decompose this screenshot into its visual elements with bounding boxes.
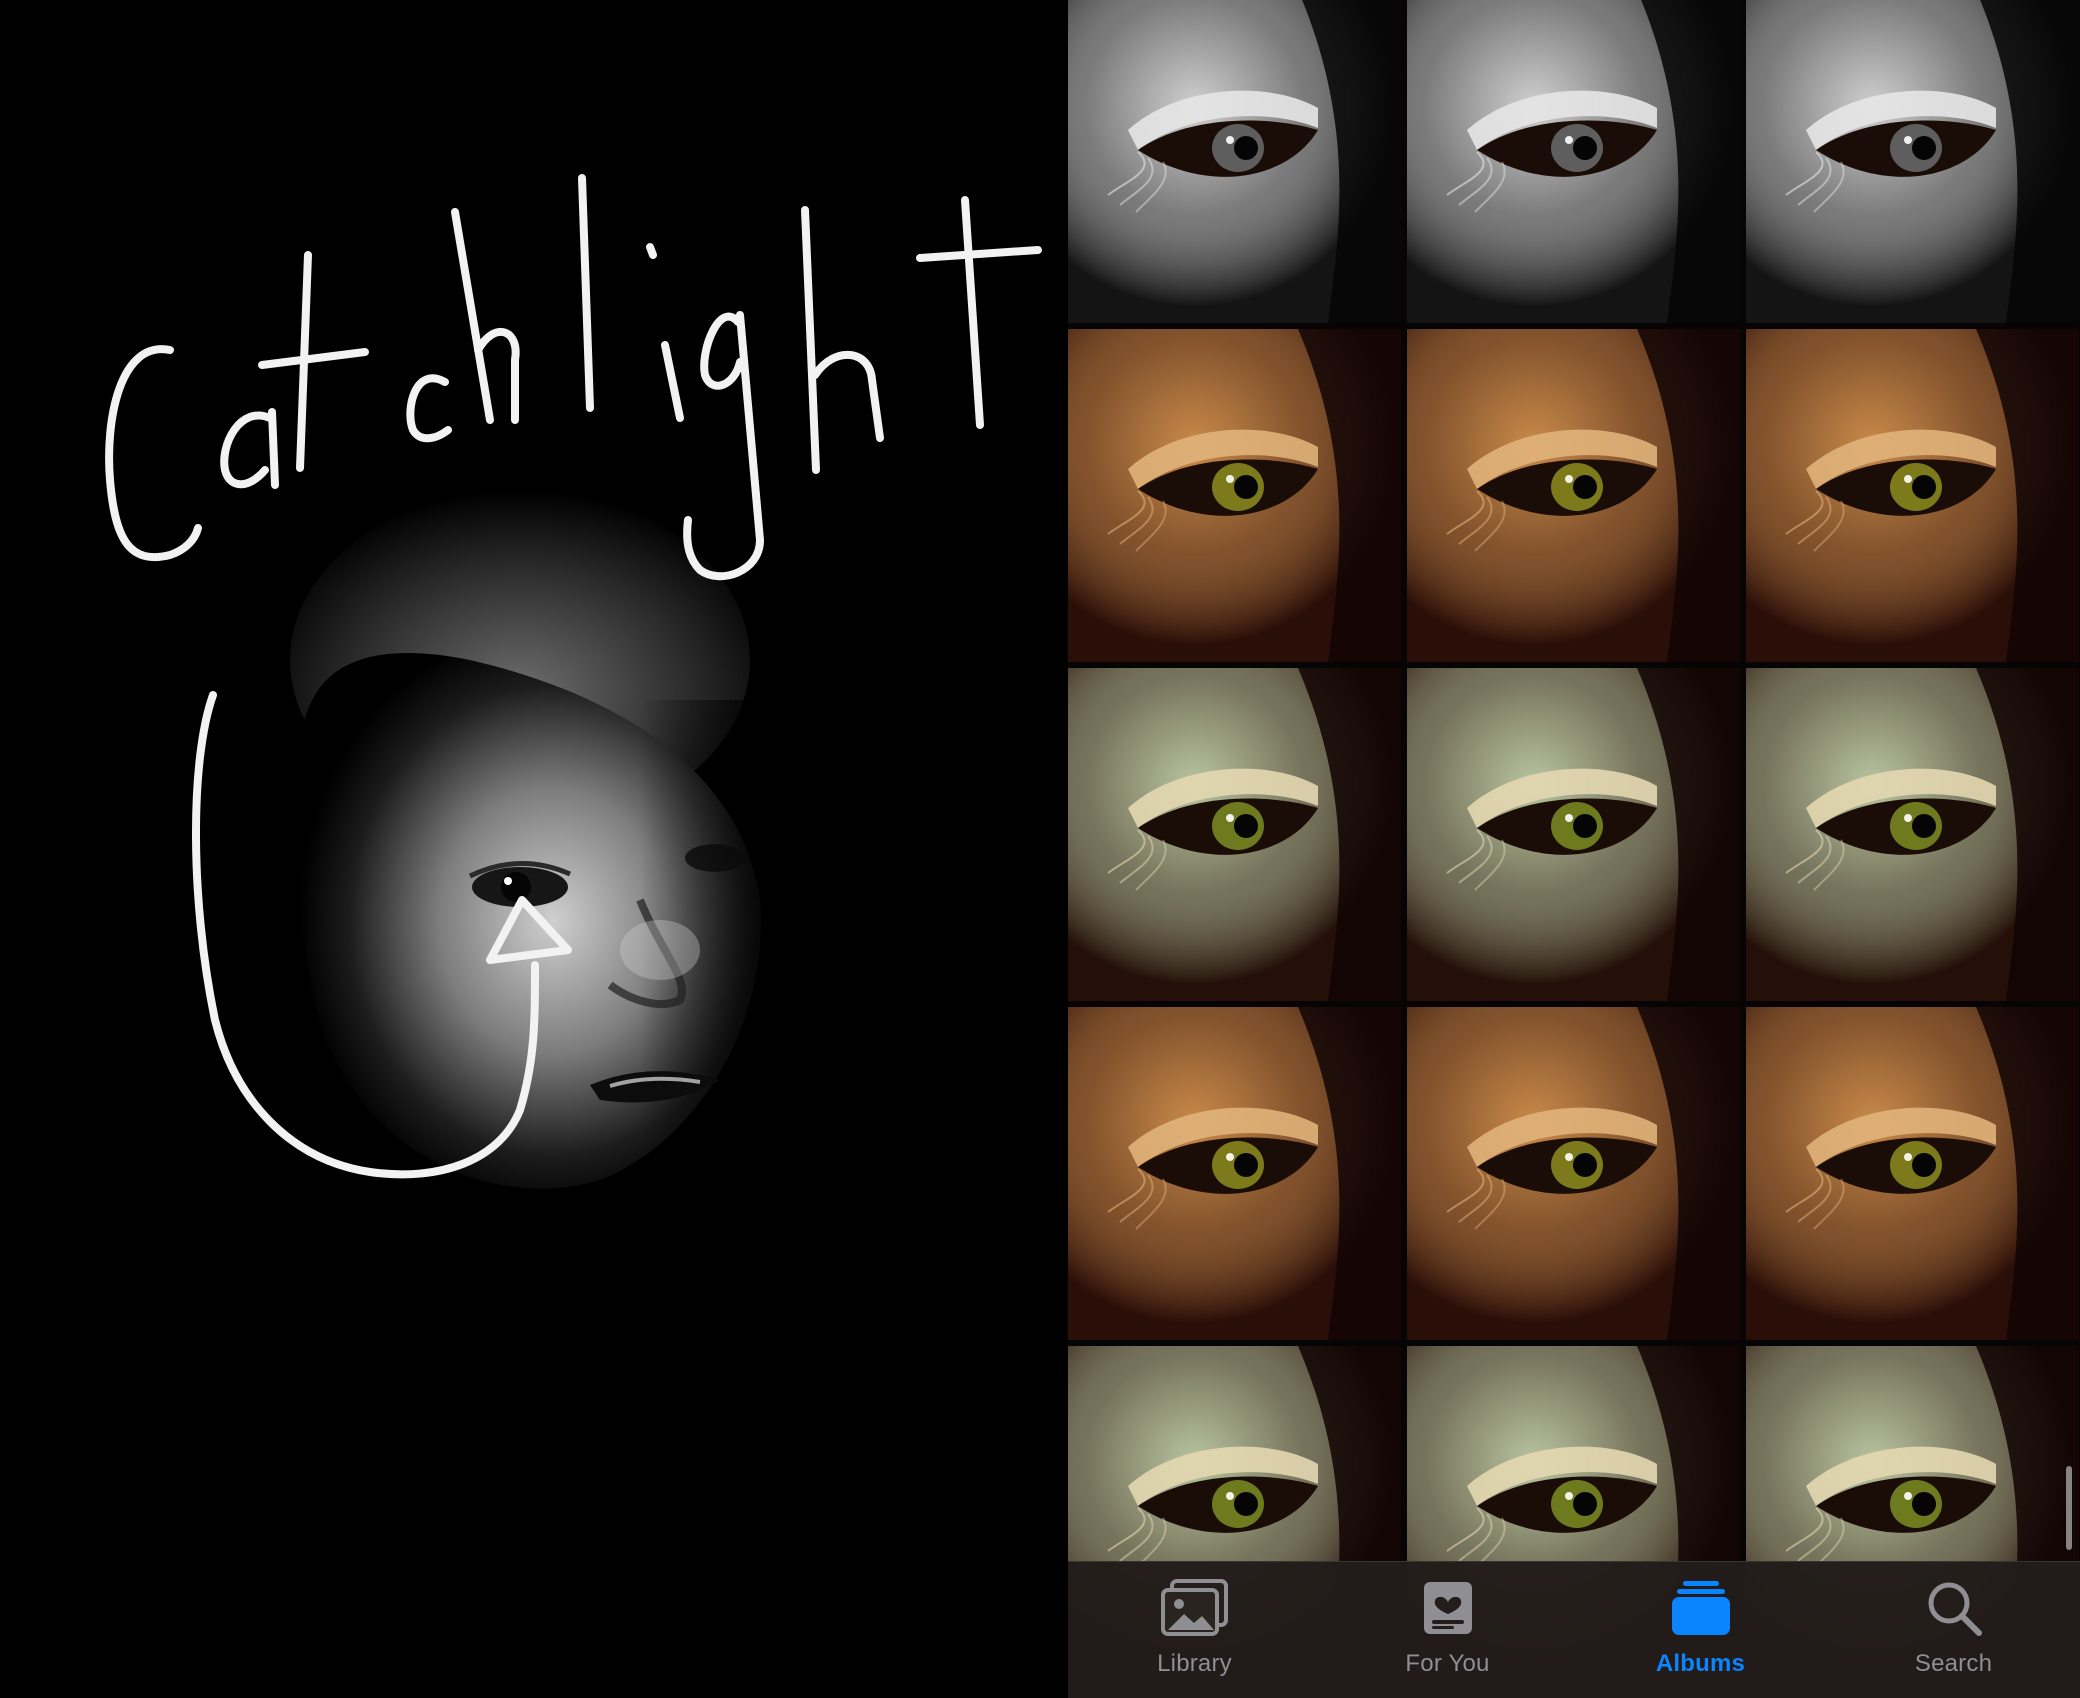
photo-thumbnail[interactable] <box>1068 668 1401 1001</box>
albums-folder-icon <box>1661 1576 1741 1640</box>
eye-photo <box>1407 0 1740 323</box>
eye-photo <box>1407 1007 1740 1340</box>
magnifier-search-icon <box>1914 1576 1994 1640</box>
photos-stack-icon <box>1155 1576 1235 1640</box>
photo-thumbnail[interactable] <box>1746 1007 2079 1340</box>
eye-photo <box>1407 668 1740 1001</box>
photo-grid <box>1068 0 2080 1679</box>
photo-thumbnail[interactable] <box>1746 0 2079 323</box>
photo-thumbnail[interactable] <box>1746 329 2079 662</box>
scroll-indicator[interactable] <box>2066 1466 2072 1550</box>
eye-photo <box>1746 1007 2079 1340</box>
tab-label-albums: Albums <box>1655 1650 1746 1677</box>
photo-thumbnail[interactable] <box>1068 329 1401 662</box>
tab-label-library: Library <box>1157 1650 1232 1677</box>
photo-thumbnail[interactable] <box>1746 668 2079 1001</box>
tab-for-you[interactable]: For You <box>1321 1562 1574 1698</box>
tab-library[interactable]: Library <box>1068 1562 1321 1698</box>
photo-thumbnail[interactable] <box>1407 329 1740 662</box>
eye-photo <box>1746 668 2079 1001</box>
eye-photo <box>1068 0 1401 323</box>
tab-albums[interactable]: Albums <box>1574 1562 1827 1698</box>
eye-photo <box>1746 329 2079 662</box>
photo-thumbnail[interactable] <box>1407 668 1740 1001</box>
eye-photo <box>1068 668 1401 1001</box>
portrait-drawing <box>105 174 1042 1200</box>
photo-thumbnail[interactable] <box>1407 1007 1740 1340</box>
tab-label-search: Search <box>1914 1650 1993 1677</box>
annotated-portrait <box>0 0 1066 1698</box>
eye-photo <box>1068 329 1401 662</box>
photo-thumbnail[interactable] <box>1068 1007 1401 1340</box>
eye-photo <box>1746 0 2079 323</box>
tab-search[interactable]: Search <box>1827 1562 2080 1698</box>
eye-photo <box>1068 1007 1401 1340</box>
photos-album-view: Library For You Albums Search <box>1068 0 2080 1698</box>
child-face-photo <box>290 490 800 1200</box>
eye-photo <box>1407 329 1740 662</box>
photo-thumbnail[interactable] <box>1068 0 1401 323</box>
tab-label-for-you: For You <box>1405 1650 1490 1677</box>
photo-thumbnail[interactable] <box>1407 0 1740 323</box>
for-you-heart-card-icon <box>1408 1576 1488 1640</box>
tab-bar: Library For You Albums Search <box>1068 1561 2080 1698</box>
